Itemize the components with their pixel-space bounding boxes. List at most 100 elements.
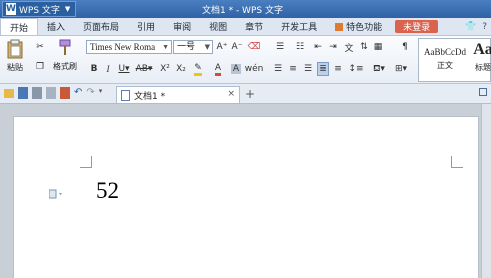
underline-button[interactable]: U▾	[116, 62, 132, 76]
close-icon[interactable]: ×	[227, 89, 235, 99]
chinese-layout-icon: 文	[344, 43, 354, 54]
clear-format-button[interactable]: ⌫	[248, 40, 261, 54]
skin-icon[interactable]: 👕	[465, 22, 476, 32]
tab-special-features-label: 特色功能	[346, 23, 383, 33]
align-center-button[interactable]: ≡	[287, 62, 299, 76]
tab-view[interactable]: 视图	[200, 18, 236, 35]
strikethrough-icon: AB▾	[135, 64, 153, 74]
indent-icon: ⇥	[329, 42, 337, 52]
tab-special-features[interactable]: 特色功能	[326, 18, 391, 35]
paragraph-handle-icon[interactable]	[48, 189, 63, 202]
chevron-down-icon[interactable]: ▾	[99, 87, 103, 99]
restore-icon[interactable]	[479, 88, 487, 96]
line-spacing-button[interactable]: ↕≡	[348, 62, 364, 76]
tab-review[interactable]: 审阅	[164, 18, 200, 35]
underline-icon: U▾	[118, 64, 130, 74]
sort-button[interactable]: ⇅	[358, 40, 370, 54]
tab-chapter[interactable]: 章节	[236, 18, 272, 35]
style-normal[interactable]: AaBbCcDd 正文	[421, 39, 469, 81]
italic-button[interactable]: I	[102, 62, 114, 76]
redo-icon[interactable]: ↷	[86, 87, 94, 99]
tab-page-layout[interactable]: 页面布局	[74, 18, 128, 35]
subscript-icon: X₂	[176, 64, 186, 74]
show-marks-button[interactable]: ▦	[372, 40, 384, 54]
bullet-list-icon: ☰	[275, 42, 285, 52]
grow-font-button[interactable]: A⁺	[216, 40, 228, 54]
tab-insert[interactable]: 插入	[38, 18, 74, 35]
login-button[interactable]: 未登录	[395, 20, 439, 33]
bold-button[interactable]: B	[88, 62, 100, 76]
chevron-down-icon: ▼	[64, 5, 71, 13]
brush-icon	[59, 39, 71, 55]
document-page[interactable]	[13, 116, 479, 278]
superscript-button[interactable]: X²	[158, 62, 172, 76]
font-color-icon: A	[214, 63, 222, 76]
decrease-indent-button[interactable]: ⇤	[312, 40, 324, 54]
char-shading-button[interactable]: A	[229, 62, 243, 76]
font-name-select[interactable]: Times New Roma ▼	[86, 40, 172, 54]
document-body-text[interactable]: 52	[96, 178, 119, 204]
strikethrough-button[interactable]: AB▾	[134, 62, 154, 76]
align-left-icon: ☰	[273, 64, 283, 74]
font-size-select[interactable]: 一号 ▼	[173, 40, 213, 54]
print-preview-icon[interactable]	[46, 87, 56, 99]
document-tab[interactable]: 文档1 * ×	[116, 86, 240, 103]
highlighter-icon: ✎	[194, 63, 202, 76]
paste-label: 粘贴	[7, 63, 23, 72]
menu-bar: 开始 插入 页面布局 引用 审阅 视图 章节 开发工具 特色功能 未登录	[0, 18, 491, 36]
format-painter-button[interactable]: 格式刷	[50, 39, 80, 72]
borders-button[interactable]: ⊞▾	[392, 62, 410, 76]
menu-right-controls: 👕 ?	[465, 22, 487, 32]
align-right-button[interactable]: ☰	[302, 62, 314, 76]
distributed-button[interactable]: ≡	[332, 62, 344, 76]
quick-access-bar: ↶ ↷ ▾ 文档1 * × +	[0, 84, 491, 104]
chinese-layout-button[interactable]: 文	[343, 40, 355, 54]
vertical-scrollbar[interactable]	[481, 104, 491, 278]
tab-references[interactable]: 引用	[128, 18, 164, 35]
document-icon	[121, 89, 130, 101]
increase-indent-button[interactable]: ⇥	[327, 40, 339, 54]
cut-button[interactable]: ✂	[33, 40, 47, 54]
table-grid-icon: ▦	[373, 42, 383, 52]
undo-icon[interactable]: ↶	[74, 87, 82, 99]
font-color-button[interactable]: A	[210, 62, 226, 76]
new-tab-button[interactable]: +	[245, 87, 255, 101]
paragraph-mark-icon: ¶	[402, 42, 408, 52]
align-left-button[interactable]: ☰	[272, 62, 284, 76]
justify-button[interactable]: ≣	[317, 62, 329, 76]
font-name-value: Times New Roma	[90, 42, 156, 52]
export-pdf-icon[interactable]	[60, 87, 70, 99]
styles-gallery[interactable]: AaBbCcDd 正文 Aa 标题	[418, 38, 491, 82]
outdent-icon: ⇤	[314, 42, 322, 52]
help-icon[interactable]: ?	[482, 22, 487, 32]
numbering-button[interactable]: ☷	[292, 40, 308, 54]
style-heading[interactable]: Aa 标题	[471, 39, 491, 81]
align-center-icon: ≡	[289, 64, 297, 74]
paragraph-marks-button[interactable]: ¶	[398, 40, 412, 54]
app-menu-button[interactable]: W WPS 文字 ▼	[2, 1, 76, 17]
paste-button[interactable]: 粘贴	[3, 39, 27, 73]
phonetic-icon: wén	[244, 64, 264, 74]
superscript-icon: X²	[160, 64, 170, 74]
chevron-down-icon: ▼	[204, 43, 210, 51]
shading-button[interactable]: ⛾▾	[370, 62, 388, 76]
subscript-button[interactable]: X₂	[174, 62, 188, 76]
phonetic-button[interactable]: wén	[244, 62, 264, 76]
line-spacing-icon: ↕≡	[348, 64, 364, 74]
margin-corner-top-right	[451, 156, 463, 168]
document-workspace	[0, 104, 491, 278]
highlight-button[interactable]: ✎	[190, 62, 206, 76]
save-icon[interactable]	[18, 87, 28, 99]
tab-developer[interactable]: 开发工具	[272, 18, 326, 35]
copy-button[interactable]: ❐	[33, 60, 47, 74]
shrink-font-button[interactable]: A⁻	[231, 40, 243, 54]
wps-logo-icon: W	[6, 3, 16, 15]
folder-icon[interactable]	[4, 89, 14, 98]
tab-home[interactable]: 开始	[0, 18, 39, 35]
style-label: 标题	[475, 63, 491, 72]
bullets-button[interactable]: ☰	[272, 40, 288, 54]
chevron-down-icon: ▼	[162, 43, 169, 51]
paragraph-handle-glyph	[48, 189, 62, 199]
scissors-icon: ✂	[36, 42, 44, 52]
print-icon[interactable]	[32, 87, 42, 99]
